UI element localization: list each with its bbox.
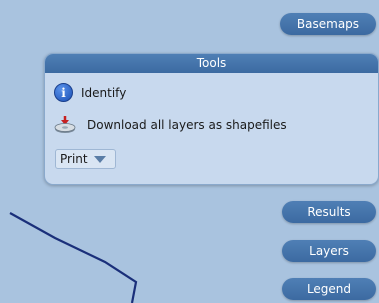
layers-button[interactable]: Layers xyxy=(282,240,376,262)
identify-label: Identify xyxy=(81,85,127,100)
basemaps-button[interactable]: Basemaps xyxy=(280,13,376,35)
download-shapefiles-label: Download all layers as shapefiles xyxy=(87,118,287,132)
results-button[interactable]: Results xyxy=(282,201,376,223)
info-icon: i xyxy=(54,83,73,102)
identify-tool[interactable]: i Identify xyxy=(54,83,126,102)
print-dropdown-button[interactable]: Print xyxy=(55,149,116,169)
download-disk-icon xyxy=(54,116,76,133)
tools-panel: Tools i Identify Download all layers as … xyxy=(44,53,379,185)
print-label: Print xyxy=(60,152,88,166)
tools-panel-title: Tools xyxy=(45,54,378,73)
legend-button[interactable]: Legend xyxy=(282,278,376,300)
boundary-line xyxy=(9,212,138,303)
download-shapefiles-tool[interactable]: Download all layers as shapefiles xyxy=(54,115,287,135)
chevron-down-icon xyxy=(93,155,106,163)
